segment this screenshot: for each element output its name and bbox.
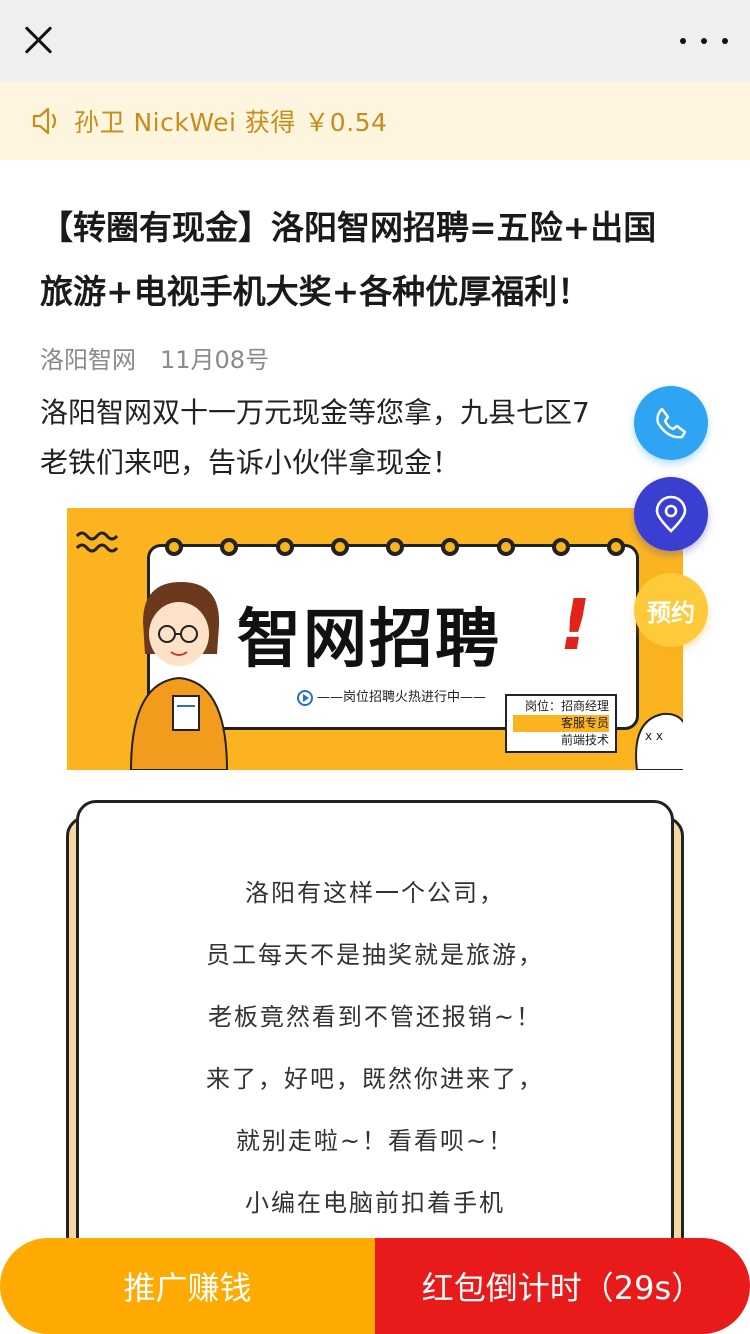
story-line: 就别走啦~！看看呗~！ [235,1127,515,1155]
title-line: 旅游+电视手机大奖+各种优厚福利！ [40,272,591,311]
call-button[interactable] [634,386,708,460]
banner-subtitle: ——岗位招聘火热进行中—— [297,686,486,706]
banner-headline: 智网招聘 [237,603,501,677]
role-item: 前端技术 [560,733,609,747]
book-label: 预约 [647,598,695,627]
speaker-icon [32,107,57,135]
article-meta: 洛阳智网 11月08号 [40,340,269,375]
svg-text:x x: x x [645,729,663,743]
story-line: 老板竟然看到不管还报销~！ [207,1003,543,1031]
recruitment-banner: 智网招聘 ! ——岗位招聘火热进行中—— 岗位：招商经理 客服专员 前端技术 x… [67,508,683,770]
article-intro: 洛阳智网双十一万元现金等您拿，九县七区7 老铁们来吧，告诉小伙伴拿现金！ [40,388,660,488]
location-pin-icon [655,495,687,533]
story-line: 来了，好吧，既然你进来了， [206,1065,544,1093]
phone-icon [656,407,687,439]
play-icon [297,689,313,706]
intro-line: 洛阳智网双十一万元现金等您拿，九县七区7 [40,396,590,429]
close-icon[interactable] [18,20,58,60]
location-button[interactable] [634,477,708,551]
reward-notice-bar: 孙卫 NickWei 获得 ￥0.54 [0,82,750,160]
story-line: 小编在电脑前扣着手机 [245,1189,505,1217]
role-item: 客服专员 [513,715,609,732]
article-title: 【转圈有现金】洛阳智网招聘=五险+出国 旅游+电视手机大奖+各种优厚福利！ [40,196,710,324]
story-line: 员工每天不是抽奖就是旅游， [206,941,544,969]
bottom-action-bar: 推广赚钱 红包倒计时（29s） [0,1238,750,1334]
role-item: 岗位：招商经理 [524,699,609,713]
promote-earn-button[interactable]: 推广赚钱 [0,1238,375,1334]
book-button[interactable]: 预约 [634,573,708,647]
story-line: 洛阳有这样一个公司， [245,879,505,907]
red-packet-countdown-button[interactable]: 红包倒计时（29s） [375,1238,750,1334]
title-line: 【转圈有现金】洛阳智网招聘=五险+出国 [40,208,657,247]
notepad-rings [165,538,625,556]
top-bar [0,0,750,82]
intro-line: 老铁们来吧，告诉小伙伴拿现金！ [40,446,461,479]
roles-box: 岗位：招商经理 客服专员 前端技术 [505,694,617,753]
author-name[interactable]: 洛阳智网 [40,340,136,375]
ghost-sticker: x x [635,712,683,770]
story-text: 洛阳有这样一个公司， 员工每天不是抽奖就是旅游， 老板竟然看到不管还报销~！ 来… [76,862,674,1234]
publish-date: 11月08号 [160,346,270,374]
more-dots-icon[interactable] [680,26,728,56]
wave-icon [75,531,119,553]
notice-text: 孙卫 NickWei 获得 ￥0.54 [74,108,388,137]
girl-illustration [129,582,229,770]
